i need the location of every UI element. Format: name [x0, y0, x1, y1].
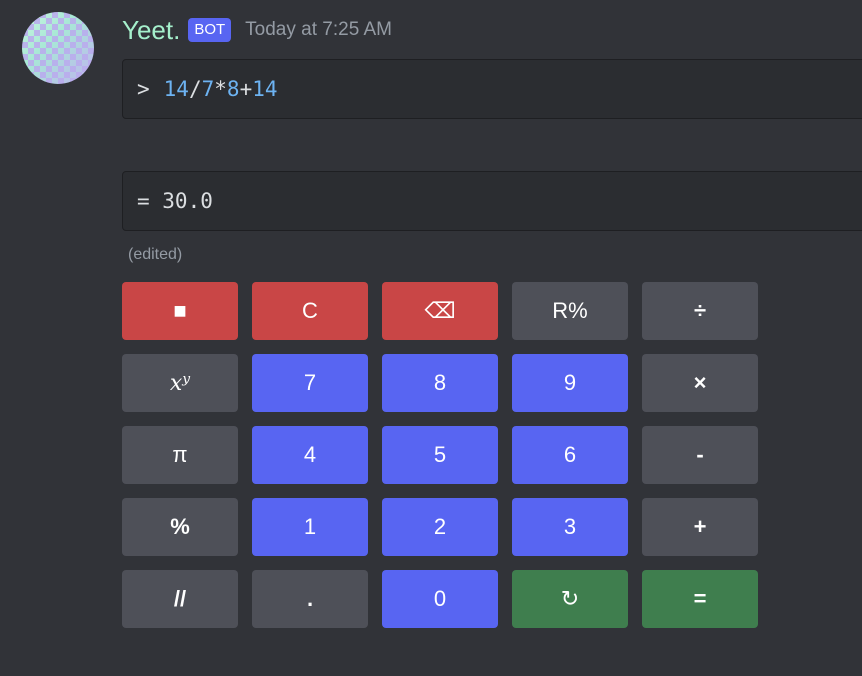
digit-2-button[interactable]: 2 — [382, 498, 498, 556]
bot-badge: BOT — [188, 18, 232, 42]
equals-button[interactable]: = — [642, 570, 758, 628]
backspace-button[interactable]: ⌫ — [382, 282, 498, 340]
expression-token: / — [188, 77, 202, 101]
percent-button[interactable]: % — [122, 498, 238, 556]
expression-token: 8 — [226, 77, 240, 101]
expression: 14/7*8+14 — [164, 77, 278, 101]
edited-marker: (edited) — [128, 246, 183, 263]
decimal-point-button[interactable]: . — [252, 570, 368, 628]
result-text: = 30.0 — [137, 189, 213, 213]
subtract-button[interactable]: - — [642, 426, 758, 484]
stop-button[interactable]: ■ — [122, 282, 238, 340]
result-codeblock: = 30.0 — [122, 171, 862, 231]
add-button[interactable]: + — [642, 498, 758, 556]
divide-button[interactable]: ÷ — [642, 282, 758, 340]
message-timestamp[interactable]: Today at 7:25 AM — [245, 19, 392, 41]
digit-3-button[interactable]: 3 — [512, 498, 628, 556]
expression-token: 14 — [252, 77, 278, 101]
bot-avatar[interactable] — [22, 12, 94, 84]
calculator-keypad: ■ C ⌫ R% ÷ 𝑥ʸ 7 8 9 × π 4 5 6-% 1 2 3 + //. 0 ↻ = — [122, 282, 758, 628]
pi-button[interactable]: π — [122, 426, 238, 484]
digit-9-button[interactable]: 9 — [512, 354, 628, 412]
power-button[interactable]: 𝑥ʸ — [122, 354, 238, 412]
floor-divide-button[interactable]: // — [122, 570, 238, 628]
reverse-percent-button[interactable]: R% — [512, 282, 628, 340]
expression-token: 14 — [163, 77, 189, 101]
digit-8-button[interactable]: 8 — [382, 354, 498, 412]
digit-0-button[interactable]: 0 — [382, 570, 498, 628]
expression-token: * — [214, 77, 227, 101]
digit-6-button[interactable]: 6 — [512, 426, 628, 484]
digit-1-button[interactable]: 1 — [252, 498, 368, 556]
expression-token: + — [239, 77, 253, 101]
expression-codeblock: > 14/7*8+14 — [122, 59, 862, 119]
digit-4-button[interactable]: 4 — [252, 426, 368, 484]
prompt-symbol: > — [137, 77, 150, 101]
multiply-button[interactable]: × — [642, 354, 758, 412]
clear-button[interactable]: C — [252, 282, 368, 340]
refresh-button[interactable]: ↻ — [512, 570, 628, 628]
author-name[interactable]: Yeet. — [122, 15, 180, 46]
message-header: Yeet. BOT Today at 7:25 AM — [122, 14, 392, 46]
digit-7-button[interactable]: 7 — [252, 354, 368, 412]
expression-token: 7 — [201, 77, 215, 101]
digit-5-button[interactable]: 5 — [382, 426, 498, 484]
